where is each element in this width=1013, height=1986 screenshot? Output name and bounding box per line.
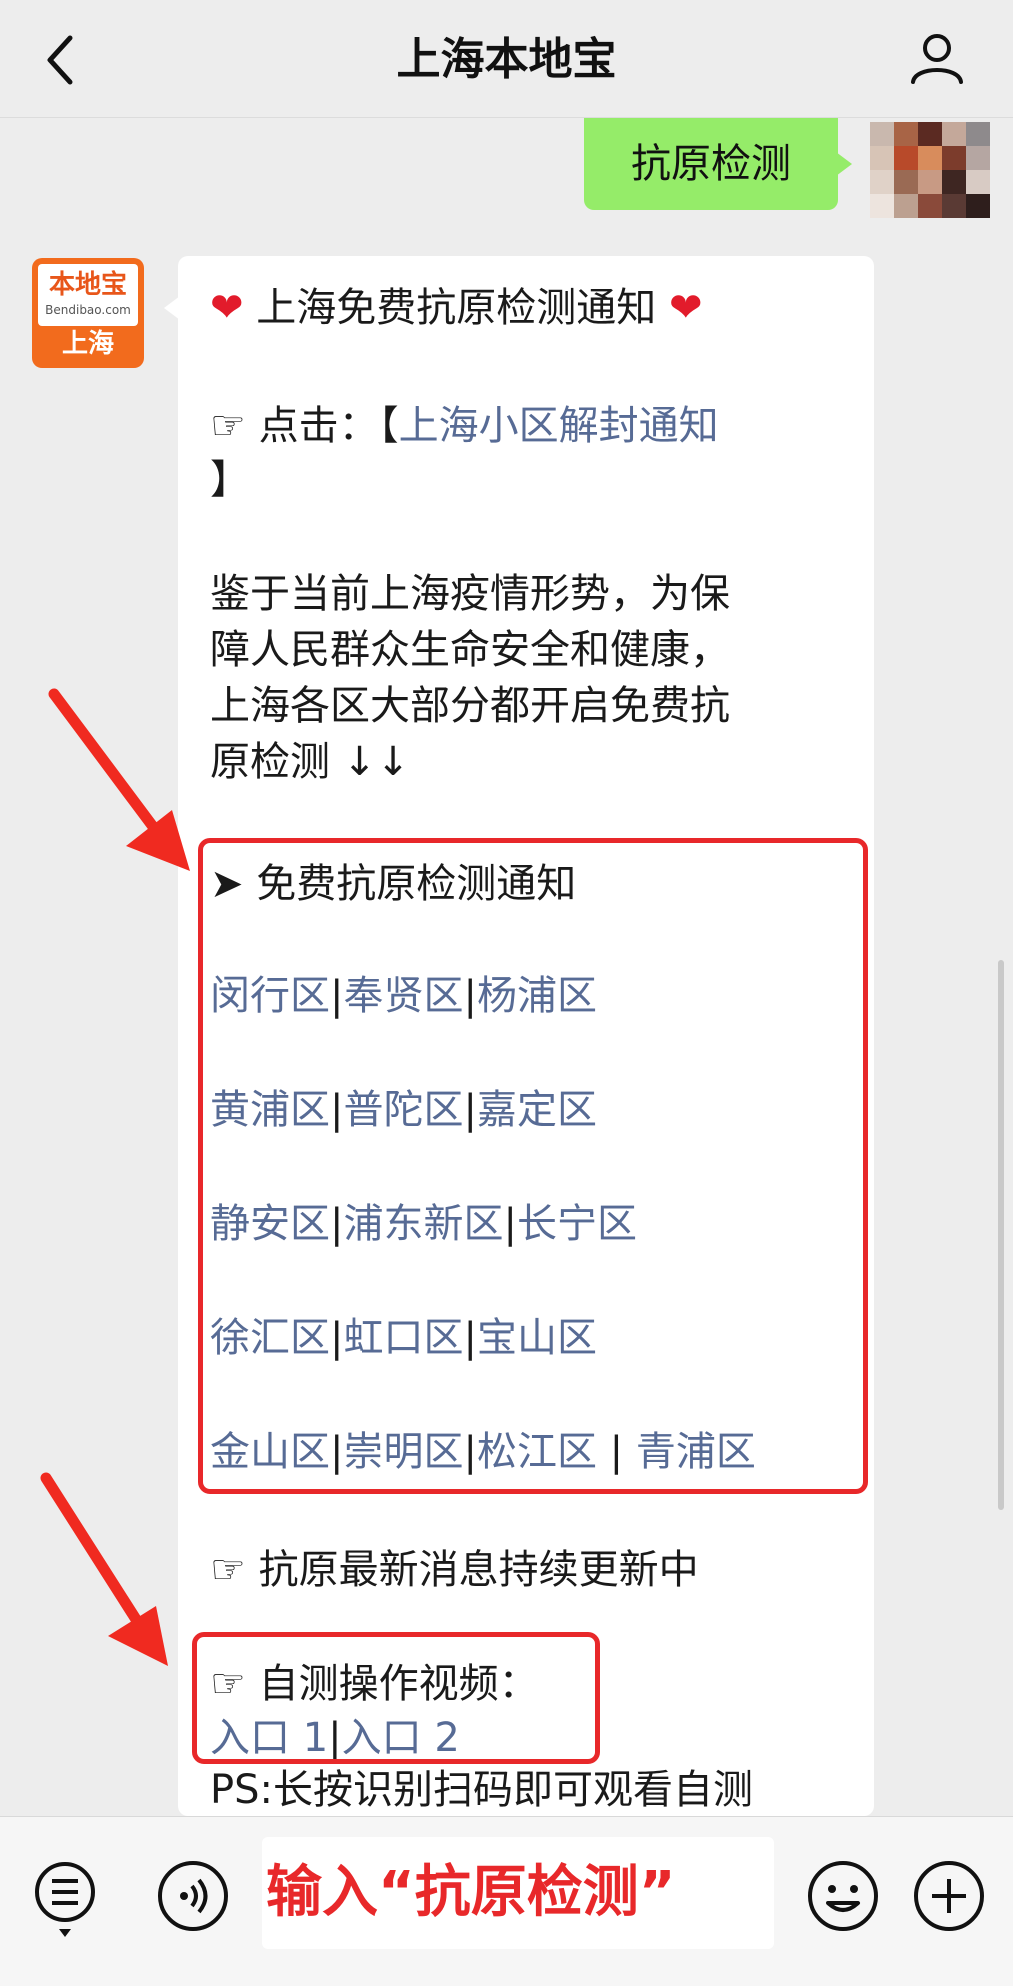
red-arrow-icon xyxy=(40,1472,168,1666)
chat-header: 上海本地宝 xyxy=(0,0,1013,118)
intro-line-4: 原检测 ↓↓ xyxy=(210,739,410,785)
click-line: ☞ 点击：【上海小区解封通知 xyxy=(210,403,719,449)
sent-message-bubble[interactable]: 抗原检测 xyxy=(584,118,852,210)
click-line-bracket: 】 xyxy=(210,457,250,503)
intro-line-3: 上海各区大部分都开启免费抗 xyxy=(210,683,730,729)
scrollbar[interactable] xyxy=(998,960,1004,1510)
chat-input-bar: 输入“抗原检测” xyxy=(0,1816,1013,1986)
ps-line: PS:长按识别扫码即可观看自测 xyxy=(210,1767,753,1813)
message-title: ❤ 上海免费抗原检测通知 ❤ xyxy=(210,285,703,331)
district-highlight-box xyxy=(198,838,868,1494)
user-avatar[interactable] xyxy=(870,122,990,218)
message-input[interactable]: 输入“抗原检测” xyxy=(262,1837,774,1949)
service-menu-icon[interactable] xyxy=(32,1859,98,1939)
emoji-icon[interactable] xyxy=(806,1859,880,1933)
video-highlight-box xyxy=(192,1632,600,1764)
plus-icon[interactable] xyxy=(912,1859,986,1933)
intro-line-2: 障人民群众生命安全和健康， xyxy=(210,627,730,673)
red-arrow-icon xyxy=(48,688,190,871)
heart-icon: ❤ xyxy=(210,285,244,331)
profile-icon[interactable] xyxy=(909,30,965,86)
bot-avatar[interactable]: 本地宝 Bendibao.com 上海 xyxy=(32,258,144,368)
bendibao-logo: 本地宝 Bendibao.com xyxy=(38,264,138,326)
heart-icon: ❤ xyxy=(668,285,703,331)
intro-line-1: 鉴于当前上海疫情形势，为保 xyxy=(210,571,730,617)
chat-title: 上海本地宝 xyxy=(396,34,617,85)
update-line: ☞ 抗原最新消息持续更新中 xyxy=(210,1547,699,1593)
avatar-city-label: 上海 xyxy=(61,329,114,359)
unblock-notice-link[interactable]: 上海小区解封通知 xyxy=(399,403,719,449)
voice-icon[interactable] xyxy=(156,1859,230,1933)
